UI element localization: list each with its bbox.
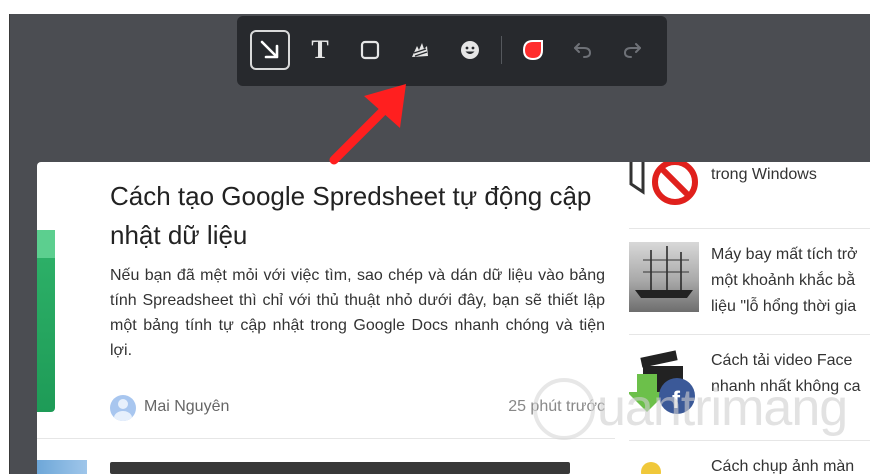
undo-icon (574, 43, 592, 58)
sidebar-item-title: Máy bay mất tích trở một khoảnh khắc bằ … (711, 246, 858, 315)
color-picker-button[interactable] (513, 30, 553, 70)
author-avatar (110, 395, 136, 421)
text-tool-button[interactable]: T (300, 30, 340, 70)
article-description: Nếu bạn đã mệt mỏi với việc tìm, sao ché… (110, 267, 605, 359)
redo-button[interactable] (612, 30, 652, 70)
arrow-tool-button[interactable] (250, 30, 290, 70)
square-icon (360, 40, 380, 60)
sidebar-item[interactable]: trong Windows (629, 162, 870, 214)
watermark-text: uantrimang (597, 379, 848, 437)
undo-button[interactable] (563, 30, 603, 70)
smiley-icon (461, 41, 479, 59)
emoji-tool-button[interactable] (450, 30, 490, 70)
annotation-toolbar: T (237, 16, 667, 86)
annotation-arrow (329, 84, 406, 165)
blur-brush-icon (412, 43, 428, 57)
sidebar-item-title: trong Windows (711, 166, 817, 183)
article-title[interactable]: Cách tạo Google Spredsheet tự động cập n… (110, 177, 600, 255)
color-drop-icon (523, 40, 543, 60)
toolbar-separator (501, 36, 502, 64)
sidebar-item-title: Cách chụp ảnh màn (711, 458, 855, 474)
thumb-partial (629, 454, 699, 474)
top-strip (0, 0, 870, 14)
blur-tool-button[interactable] (400, 30, 440, 70)
sidebar-divider (629, 228, 870, 229)
next-article-thumbnail[interactable] (37, 460, 87, 474)
ship-photo (629, 242, 699, 312)
sidebar-divider (629, 334, 870, 335)
sidebar-item[interactable]: Máy bay mất tích trở một khoảnh khắc bằ … (629, 242, 870, 322)
next-article-title[interactable] (110, 462, 600, 474)
text-T-icon: T (311, 35, 329, 64)
rectangle-tool-button[interactable] (350, 30, 390, 70)
sidebar-item[interactable]: Cách chụp ảnh màn (629, 454, 870, 474)
article-thumbnail[interactable] (37, 230, 55, 412)
redo-icon (623, 43, 641, 58)
no-sign-icon (629, 162, 699, 212)
author-name[interactable]: Mai Nguyên (144, 398, 229, 416)
arrow-down-right-icon (260, 40, 279, 59)
